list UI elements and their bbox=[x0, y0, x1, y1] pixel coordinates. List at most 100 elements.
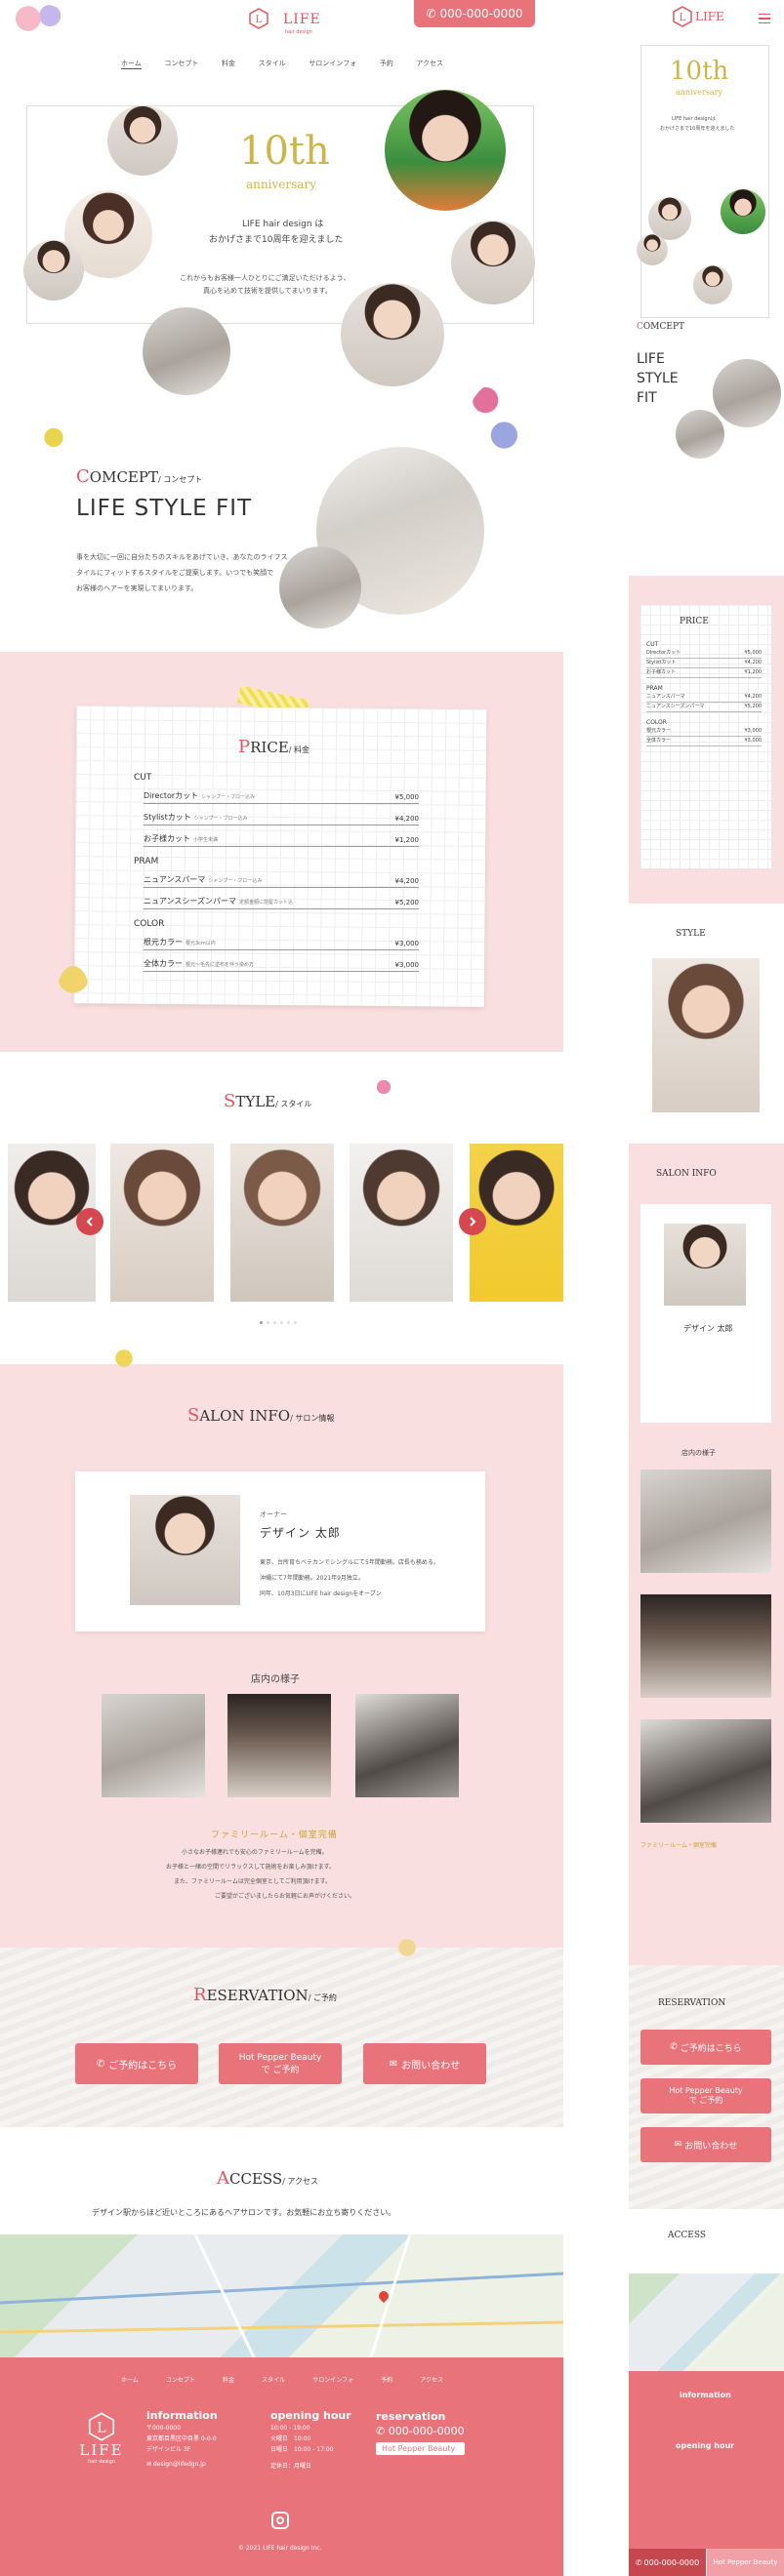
mobile-bottom-hpb-button[interactable]: Hot Pepper Beauty bbox=[707, 2549, 784, 2576]
mobile-access-heading: ACCESS bbox=[668, 2231, 707, 2240]
contact-label: お問い合わせ bbox=[401, 2060, 461, 2072]
access-heading-cap: A bbox=[217, 2168, 229, 2189]
salon-heading-rest: ALON INFO bbox=[199, 1407, 291, 1425]
price-heading-rest: RICE bbox=[250, 739, 289, 756]
mobile-price-list: CUT Directorカット ¥5,000 Stylistカット ¥4,200 お… bbox=[646, 640, 762, 746]
mobile-price-name: ニュアンスパーマ bbox=[646, 694, 685, 700]
header-phone-button[interactable]: ✆ 000-000-0000 bbox=[414, 0, 535, 27]
hot-pepper-label-2: で ご予約 bbox=[261, 2065, 300, 2075]
hot-pepper-button[interactable]: Hot Pepper Beauty で ご予約 bbox=[219, 2043, 342, 2084]
mobile-price-group: CUT bbox=[646, 641, 659, 648]
owner-bio-1: 東京、台所育ちベテカンでシングルにて5年間勤務。店長も務める。 bbox=[260, 1559, 439, 1566]
mobile-hero-photo-2 bbox=[721, 189, 765, 234]
mobile-concept-title: LIFE STYLE FIT bbox=[637, 351, 679, 406]
footer-nav-style[interactable]: スタイル bbox=[262, 2375, 285, 2384]
price-item-price: ¥1,200 bbox=[394, 836, 420, 844]
desktop-column: L LIFE hair design ✆ 000-000-0000 ホーム コンセ… bbox=[0, 0, 563, 2576]
footer-nav-price[interactable]: 料金 bbox=[223, 2375, 234, 2384]
price-row: ニュアンスパーマ シャンプー・ブロー込み ¥4,200 bbox=[144, 874, 419, 888]
footer-nav-access[interactable]: アクセス bbox=[420, 2375, 443, 2384]
mobile-footer-info: information bbox=[680, 2391, 731, 2399]
price-item-name: 全体カラー bbox=[144, 959, 183, 968]
mobile-price-row: 全体カラー ¥3,000 bbox=[646, 737, 762, 746]
price-item-note: 根元～毛先に塗布を伴う染め方 bbox=[186, 962, 255, 968]
access-heading-rest: CCESS bbox=[229, 2170, 283, 2188]
footer-mail[interactable]: ✉ design@lifedgn.jp bbox=[146, 2459, 218, 2470]
mobile-hot-pepper-button[interactable]: Hot Pepper Beauty で ご予約 bbox=[640, 2078, 771, 2113]
concept-heading-cap: C bbox=[76, 466, 90, 487]
mobile-style-heading: STYLE bbox=[676, 929, 706, 939]
price-list: CUT Directorカット シャンプー・ブロー込み ¥5,000 Stylist… bbox=[134, 773, 419, 972]
nav-style[interactable]: スタイル bbox=[259, 59, 286, 69]
footer-hours-title: opening hour bbox=[270, 2409, 351, 2422]
footer-hours-2: 火曜日 10:00 bbox=[270, 2435, 311, 2442]
phone-icon: ✆ bbox=[670, 2042, 678, 2052]
nav-home[interactable]: ホーム bbox=[121, 59, 142, 69]
reservation-heading: RESERVATION/ ご予約 bbox=[193, 1985, 337, 2005]
access-map[interactable] bbox=[0, 2234, 563, 2357]
reserve-phone-button[interactable]: ✆ ご予約はこちら bbox=[75, 2043, 198, 2084]
slider-dot[interactable] bbox=[267, 1321, 269, 1324]
price-heading-cap: P bbox=[238, 737, 251, 757]
price-item-name: 根元カラー bbox=[144, 938, 183, 946]
footer-nav-reserve[interactable]: 予約 bbox=[381, 2375, 392, 2384]
footer-reservation: reservation ✆ 000-000-0000 Hot Pepper Be… bbox=[376, 2410, 465, 2455]
mobile-logo[interactable]: L LIFE bbox=[672, 6, 724, 27]
nav-access[interactable]: アクセス bbox=[416, 59, 443, 69]
mobile-contact-label: お問い合わせ bbox=[684, 2141, 738, 2152]
mobile-price-price: ¥3,000 bbox=[744, 728, 763, 734]
mobile-reserve-phone-button[interactable]: ✆ ご予約はこちら bbox=[640, 2030, 771, 2065]
slider-dot[interactable] bbox=[287, 1321, 290, 1324]
nav-concept[interactable]: コンセプト bbox=[164, 59, 198, 69]
reservation-section bbox=[0, 1948, 563, 2127]
owner-bio-2: 沖縄にて7年間勤務。2021年9月独立。 bbox=[260, 1575, 364, 1582]
footer-nav-salon[interactable]: サロンインフォ bbox=[312, 2375, 353, 2384]
mobile-contact-button[interactable]: ✉ お問い合わせ bbox=[640, 2127, 771, 2162]
concept-heading-ja: / コンセプト bbox=[157, 475, 203, 484]
hero-ten: 10th bbox=[239, 129, 330, 174]
contact-button[interactable]: ✉ お問い合わせ bbox=[363, 2043, 486, 2084]
nav-price[interactable]: 料金 bbox=[222, 59, 235, 69]
footer-hpb-button[interactable]: Hot Pepper Beauty bbox=[376, 2442, 465, 2455]
hero-photo-boy bbox=[341, 283, 444, 386]
footer-logo[interactable]: L LIFE hair design bbox=[74, 2412, 129, 2465]
price-item-price: ¥4,200 bbox=[394, 815, 420, 823]
mobile-access-map[interactable] bbox=[629, 2274, 784, 2371]
price-item-price: ¥3,000 bbox=[394, 940, 420, 947]
nav-reserve[interactable]: 予約 bbox=[380, 59, 393, 69]
slider-prev-button[interactable] bbox=[76, 1208, 103, 1235]
price-item-name: Directorカット bbox=[144, 791, 199, 800]
hero-photo-woman bbox=[385, 90, 506, 211]
family-text-1: 小さなお子様連れでも安心のファミリールームを完備。 bbox=[182, 1849, 328, 1856]
mobile-price-name: 根元カラー bbox=[646, 728, 672, 734]
footer-hours-3: 日曜日 10:00 - 17:00 bbox=[270, 2446, 334, 2453]
footer-phone[interactable]: ✆ 000-000-0000 bbox=[376, 2425, 465, 2437]
mobile-bottom-phone-button[interactable]: ✆ 000-000-0000 bbox=[629, 2549, 706, 2576]
logo[interactable]: L bbox=[239, 8, 278, 47]
slider-dot[interactable] bbox=[260, 1321, 263, 1324]
footer-addr-1: 東京都目黒区中目黒 0-0-0 bbox=[146, 2435, 217, 2442]
slider-dot[interactable] bbox=[294, 1321, 297, 1324]
instagram-icon[interactable] bbox=[271, 2512, 289, 2529]
slider-next-button[interactable] bbox=[459, 1208, 486, 1235]
nav-salon[interactable]: サロンインフォ bbox=[309, 59, 356, 69]
mobile-hero-text-2: おかげさまで10周年を迎えました bbox=[660, 126, 735, 132]
gallery-photo-shampoo bbox=[355, 1694, 459, 1797]
slider-dot[interactable] bbox=[280, 1321, 283, 1324]
slider-dot[interactable] bbox=[273, 1321, 276, 1324]
hamburger-menu-icon[interactable] bbox=[759, 14, 770, 23]
mobile-price-name: 全体カラー bbox=[646, 738, 672, 744]
logo-text: LIFE bbox=[283, 12, 321, 27]
hero-line2: おかげさまで10周年を迎えました bbox=[209, 235, 344, 245]
map-roads bbox=[0, 2234, 563, 2357]
style-heading-cap: S bbox=[224, 1091, 236, 1111]
mobile-hero-photo-3 bbox=[637, 234, 668, 265]
style-slide bbox=[230, 1144, 334, 1302]
footer-nav-home[interactable]: ホーム bbox=[121, 2375, 139, 2384]
price-item-name: ニュアンスシーズンパーマ bbox=[144, 897, 236, 906]
hero-desc1: これからもお客様一人ひとりにご満足いただけるよう、 bbox=[180, 274, 351, 282]
footer-nav-concept[interactable]: コンセプト bbox=[166, 2375, 195, 2384]
price-item-name: ニュアンスパーマ bbox=[144, 875, 206, 884]
mobile-price-price: ¥1,200 bbox=[744, 669, 763, 675]
mobile-concept-photo-2 bbox=[676, 410, 724, 459]
